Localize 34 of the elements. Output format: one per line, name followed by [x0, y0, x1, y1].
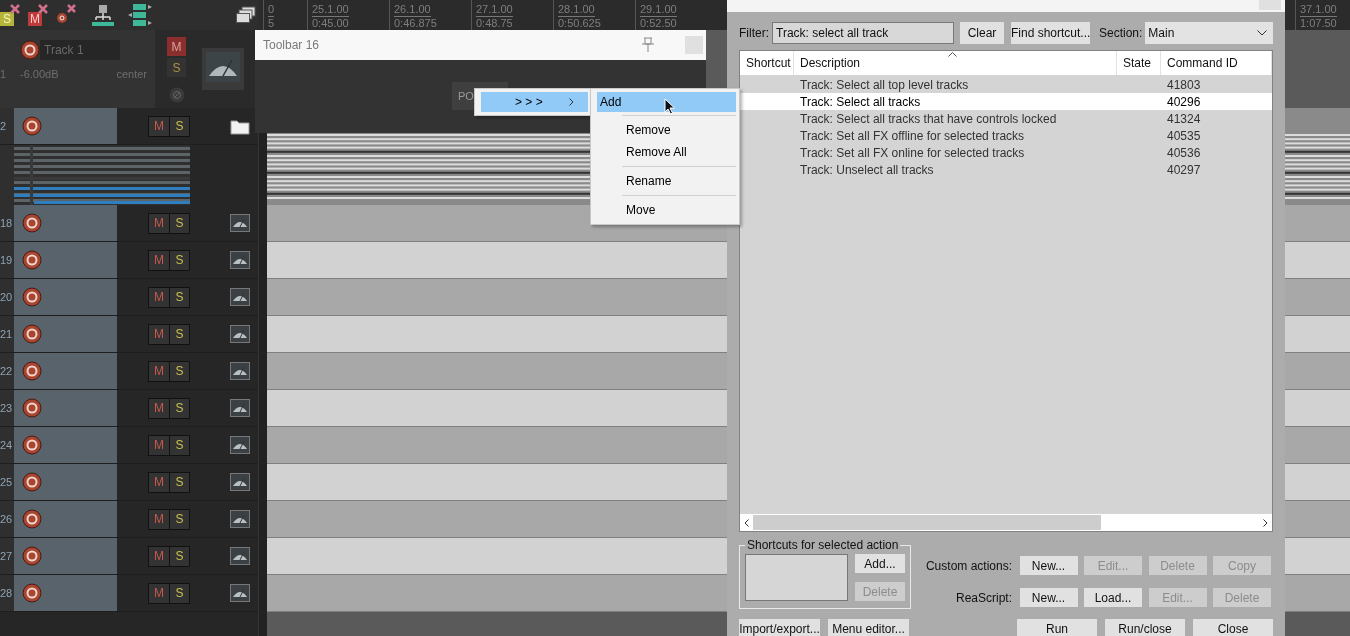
section-label: Section: — [1099, 26, 1143, 40]
track-number: 23 — [0, 390, 14, 426]
row-label: ReaScript: — [954, 590, 1012, 605]
filter-label: Filter: — [739, 26, 769, 40]
track-number: 27 — [0, 538, 14, 574]
bar-label: 37.1.00 — [1300, 3, 1337, 17]
track-number: 22 — [0, 353, 14, 389]
time-label: 0:45.00 — [312, 17, 349, 30]
bar-label: 26.1.00 — [394, 3, 431, 17]
time-label: 1:07.50 — [1300, 17, 1337, 30]
bar-label: 27.1.00 — [476, 3, 513, 17]
time-label: 0:48.75 — [476, 17, 513, 30]
time-label: 0:52.50 — [640, 17, 677, 30]
bar-label: 25.1.00 — [312, 3, 349, 17]
time-label: 0:46.875 — [394, 17, 437, 30]
track-number: 25 — [0, 464, 14, 500]
row-label: Custom actions: — [925, 558, 1012, 573]
track-number: 26 — [0, 501, 14, 537]
pan-label: center — [116, 68, 147, 80]
bar-label: 0 — [268, 3, 275, 17]
time-label: 5 — [268, 17, 275, 30]
group-label: Shortcuts for selected action — [746, 538, 900, 552]
track-number: 18 — [0, 205, 14, 241]
track-number: 2 — [0, 108, 14, 144]
bar-label: 29.1.00 — [640, 3, 677, 17]
volume-label: -6.00dB — [20, 68, 59, 80]
bar-label: 28.1.00 — [558, 3, 595, 17]
track-number: 28 — [0, 575, 14, 611]
track-number: 24 — [0, 427, 14, 463]
time-label: 0:50.625 — [558, 17, 601, 30]
track-number: 19 — [0, 242, 14, 278]
track-number: 21 — [0, 316, 14, 352]
window-title: Toolbar 16 — [263, 38, 320, 52]
track-number: 20 — [0, 279, 14, 315]
